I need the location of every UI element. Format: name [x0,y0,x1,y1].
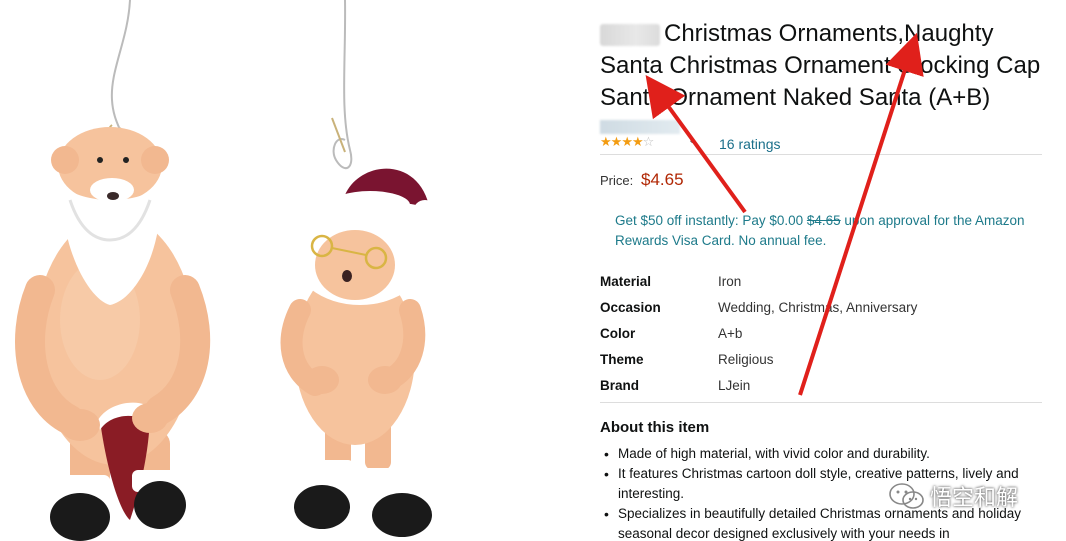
about-this-item-heading: About this item [600,419,710,436]
product-specs-table: Material Iron Occasion Wedding, Christmas,… [600,268,1040,398]
card-promo-link[interactable]: Get $50 off instantly: Pay $0.00 $4.65 u… [615,211,1025,251]
spec-row: Occasion Wedding, Christmas, Anniversary [600,294,1040,320]
rating-row: ★★★★☆ ⌄ 16 ratings [600,120,1045,152]
spec-key: Occasion [600,299,661,315]
spec-value: Wedding, Christmas, Anniversary [718,299,918,315]
spec-key: Theme [600,351,644,367]
divider [600,154,1042,155]
spec-key: Brand [600,377,640,393]
spec-value: A+b [718,325,743,341]
star-icon: ★ [631,134,644,149]
price-value: $4.65 [641,170,684,189]
product-details: Christmas Ornaments,Naughty Santa Christ… [600,0,1045,541]
spec-row: Brand LJein [600,372,1040,398]
spec-value: Religious [718,351,774,367]
watermark-text: 悟空和解 [930,486,1019,511]
santa-ornaments-illustration [15,0,437,541]
spec-key: Material [600,273,652,289]
star-icon: ★ [610,134,623,149]
spec-row: Color A+b [600,320,1040,346]
product-title: Christmas Ornaments,Naughty Santa Christ… [600,20,1041,111]
price-label: Price: [600,173,634,188]
star-icon: ★ [600,134,612,149]
list-item: Made of high material, with vivid color … [600,444,1040,464]
promo-text: Get $50 off instantly: Pay $0.00 [615,213,807,228]
watermark: 悟空和解 [888,478,1058,512]
spec-value: LJein [718,377,751,393]
mrs-claus-figure [280,168,437,537]
blurred-store-link[interactable] [600,120,680,134]
divider [600,402,1042,403]
spec-key: Color [600,325,636,341]
star-icon: ★ [621,134,633,149]
star-rating-icon[interactable]: ★★★★☆ [600,134,655,150]
spec-row: Material Iron [600,268,1040,294]
spec-row: Theme Religious [600,346,1040,372]
santa-figure [15,127,211,541]
wechat-icon [889,483,924,509]
promo-struck-price: $4.65 [806,213,841,228]
star-empty-icon: ☆ [642,134,655,149]
chevron-down-icon[interactable]: ⌄ [688,135,696,146]
spec-value: Iron [718,273,742,289]
ratings-count-link[interactable]: 16 ratings [719,136,780,152]
product-image[interactable] [0,0,560,541]
